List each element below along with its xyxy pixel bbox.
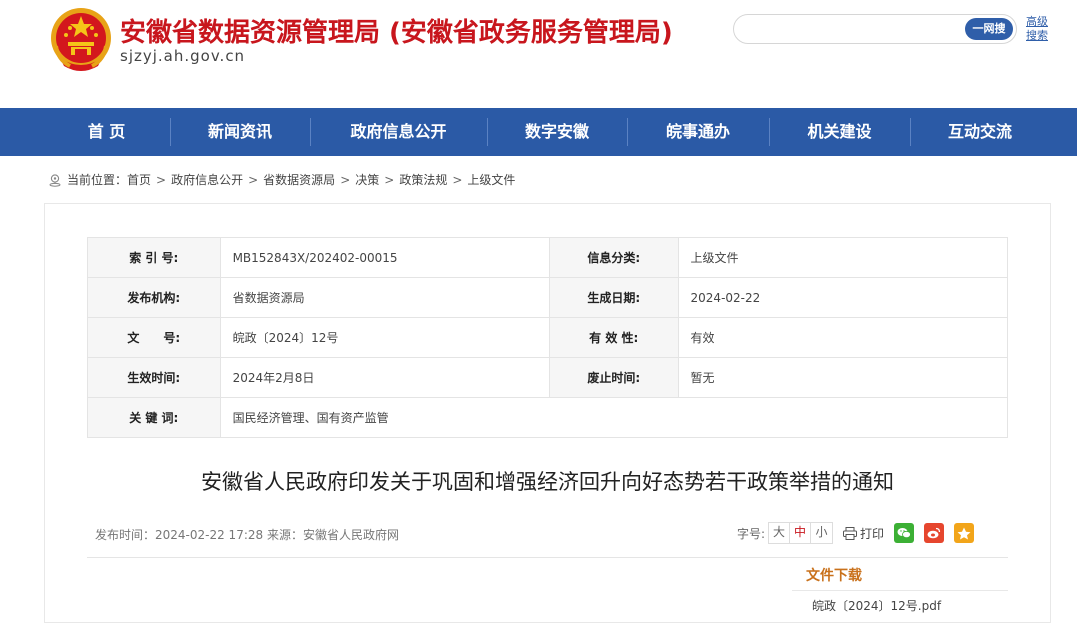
breadcrumb-item-home[interactable]: 首页 — [127, 171, 151, 188]
wechat-icon[interactable] — [894, 523, 915, 543]
validity-label: 有 效 性: — [548, 317, 679, 358]
date-value: 2024-02-22 — [677, 277, 1009, 318]
table-row: 发布机构: 省数据资源局 生成日期: 2024-02-22 — [87, 277, 1009, 318]
expiry-label: 废止时间: — [548, 357, 679, 398]
breadcrumb-item-policy[interactable]: 政策法规 — [399, 171, 447, 188]
publisher-value: 省数据资源局 — [219, 277, 550, 318]
breadcrumb-item-decision[interactable]: 决策 — [355, 171, 379, 188]
nav-item-organization[interactable]: 机关建设 — [769, 108, 910, 156]
download-divider — [792, 590, 1008, 591]
breadcrumb-prefix: 当前位置： — [67, 173, 128, 187]
breadcrumb-item-current[interactable]: 上级文件 — [467, 171, 515, 188]
main-nav: 首 页 新闻资讯 政府信息公开 数字安徽 皖事通办 机关建设 互动交流 — [0, 108, 1077, 156]
article-divider — [87, 557, 1008, 558]
breadcrumb-separator: > — [384, 172, 395, 187]
print-button[interactable]: 打印 — [843, 525, 884, 542]
nav-item-gov-info[interactable]: 政府信息公开 — [310, 108, 487, 156]
font-size-small-button[interactable]: 小 — [811, 523, 832, 543]
font-size-label: 字号: — [737, 526, 766, 541]
table-row: 索 引 号: MB152843X/202402-00015 信息分类: 上级文件 — [87, 237, 1009, 278]
search-box: 一网搜 — [733, 14, 1017, 44]
index-value: MB152843X/202402-00015 — [219, 237, 550, 278]
breadcrumb-separator: > — [340, 172, 351, 187]
expiry-value: 暂无 — [677, 357, 1009, 398]
font-size-selector: 大 中 小 — [768, 522, 834, 544]
nav-item-home[interactable]: 首 页 — [48, 108, 165, 156]
keywords-label: 关 键 词: — [87, 397, 221, 438]
table-row: 生效时间: 2024年2月8日 废止时间: 暂无 — [87, 357, 1009, 398]
breadcrumb-item-bureau[interactable]: 省数据资源局 — [263, 171, 335, 188]
effective-date-value: 2024年2月8日 — [219, 357, 550, 398]
printer-icon — [843, 526, 858, 540]
qzone-icon[interactable] — [954, 523, 975, 543]
article-tools: 字号: 大 中 小 打印 — [737, 522, 975, 544]
breadcrumb: 当前位置： 首页 > 政府信息公开 > 省数据资源局 > 决策 > 政策法规 >… — [48, 171, 515, 188]
date-label: 生成日期: — [548, 277, 679, 318]
breadcrumb-separator: > — [156, 172, 167, 187]
index-label: 索 引 号: — [87, 237, 221, 278]
article-title: 安徽省人民政府印发关于巩固和增强经济回升向好态势若干政策举措的通知 — [201, 470, 894, 494]
national-emblem-icon[interactable] — [48, 6, 114, 74]
category-label: 信息分类: — [548, 237, 679, 278]
print-label: 打印 — [860, 526, 885, 541]
site-title: 安徽省数据资源管理局 (安徽省政务服务管理局) — [120, 18, 673, 48]
font-size-large-button[interactable]: 大 — [769, 523, 791, 543]
location-pin-icon — [49, 173, 61, 187]
effective-date-label: 生效时间: — [87, 357, 221, 398]
nav-item-services[interactable]: 皖事通办 — [627, 108, 769, 156]
download-file-link[interactable]: 皖政〔2024〕12号.pdf — [812, 597, 941, 614]
nav-item-news[interactable]: 新闻资讯 — [170, 108, 310, 156]
advanced-search-link[interactable]: 高级搜索 — [1026, 15, 1052, 43]
nav-item-digital-anhui[interactable]: 数字安徽 — [487, 108, 627, 156]
breadcrumb-separator: > — [248, 172, 259, 187]
breadcrumb-item-gov-info[interactable]: 政府信息公开 — [171, 171, 243, 188]
document-meta-table: 索 引 号: MB152843X/202402-00015 信息分类: 上级文件… — [87, 237, 1009, 438]
font-size-medium-button[interactable]: 中 — [790, 523, 812, 543]
search-input[interactable] — [746, 19, 956, 39]
search-button[interactable]: 一网搜 — [965, 18, 1013, 40]
publisher-label: 发布机构: — [87, 277, 221, 318]
keywords-value: 国民经济管理、国有资产监管 — [219, 397, 1009, 438]
weibo-icon[interactable] — [924, 523, 945, 543]
site-domain: sjzyj.ah.gov.cn — [120, 47, 246, 65]
article-info: 发布时间：2024-02-22 17:28 来源：安徽省人民政府网 — [95, 528, 399, 542]
site-header: 安徽省数据资源管理局 (安徽省政务服务管理局) sjzyj.ah.gov.cn … — [0, 0, 1077, 108]
nav-item-interaction[interactable]: 互动交流 — [910, 108, 1050, 156]
download-section-title: 文件下载 — [806, 568, 862, 584]
breadcrumb-separator: > — [452, 172, 463, 187]
docno-label: 文 号: — [87, 317, 221, 358]
docno-value: 皖政〔2024〕12号 — [219, 317, 550, 358]
table-row: 文 号: 皖政〔2024〕12号 有 效 性: 有效 — [87, 317, 1009, 358]
category-value: 上级文件 — [677, 237, 1009, 278]
validity-value: 有效 — [677, 317, 1009, 358]
table-row: 关 键 词: 国民经济管理、国有资产监管 — [87, 397, 1009, 438]
